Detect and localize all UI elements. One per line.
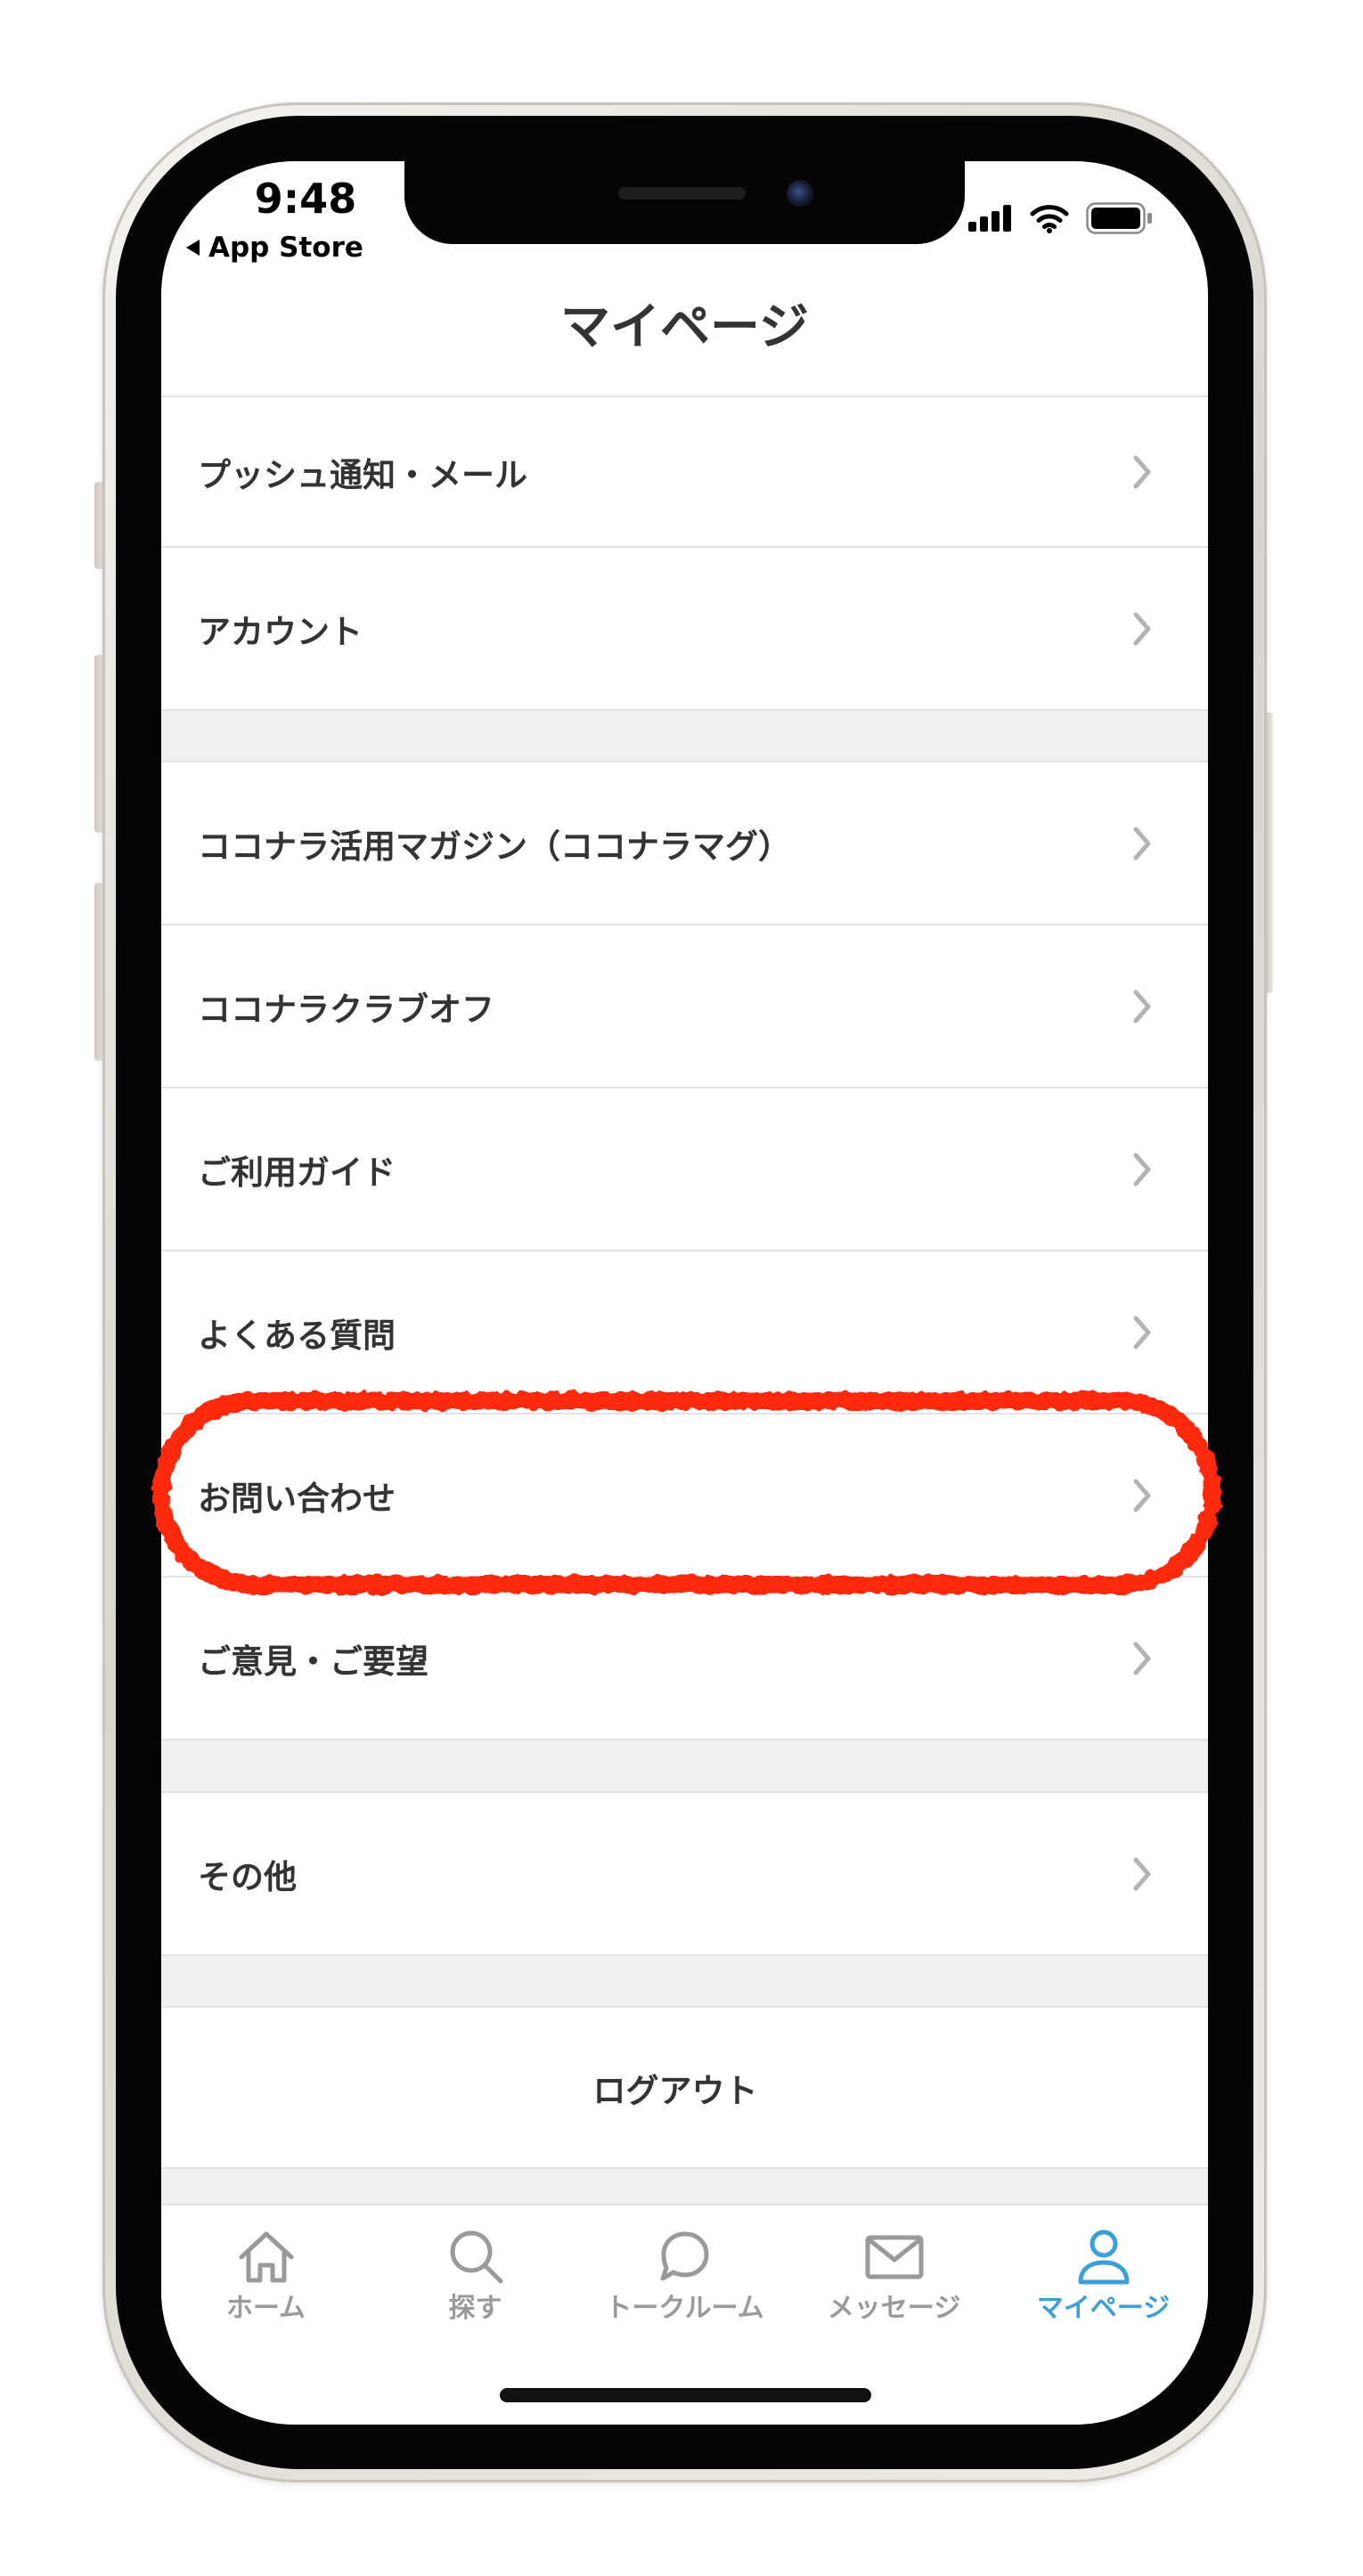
- logout-label: ログアウト: [592, 2071, 758, 2110]
- phone-frame: 9:48 App Store マイページ プッシュ通知・メール アカウント ココ…: [102, 102, 1267, 2482]
- chevron-right-icon: [1133, 455, 1151, 488]
- notch: [404, 161, 965, 244]
- mypage-menu-list: プッシュ通知・メール アカウント ココナラ活用マガジン（ココナラマグ） ココナラ…: [161, 395, 1208, 2204]
- home-icon: [239, 2231, 293, 2283]
- section-separator: [161, 711, 1208, 762]
- menu-item-magazine[interactable]: ココナラ活用マガジン（ココナラマグ）: [161, 762, 1208, 925]
- menu-item-label: ココナラ活用マガジン（ココナラマグ）: [198, 827, 791, 866]
- tab-home[interactable]: ホーム: [161, 2205, 371, 2425]
- chevron-right-icon: [1133, 1857, 1151, 1890]
- menu-item-club-off[interactable]: ココナラクラブオフ: [161, 925, 1208, 1088]
- front-camera: [787, 180, 813, 207]
- tab-label: 探す: [448, 2293, 502, 2324]
- tab-my-page[interactable]: マイページ: [999, 2205, 1208, 2425]
- menu-item-label: アカウント: [198, 612, 363, 651]
- envelope-icon: [865, 2235, 923, 2279]
- chevron-right-icon: [1133, 1316, 1151, 1349]
- home-indicator: [500, 2388, 871, 2402]
- cellular-signal-icon: [968, 205, 1011, 232]
- menu-item-label: よくある質問: [198, 1316, 396, 1355]
- logout-button[interactable]: ログアウト: [161, 2008, 1208, 2169]
- battery-icon: [1086, 202, 1152, 234]
- menu-item-label: ココナラクラブオフ: [198, 990, 494, 1029]
- chevron-right-icon: [1133, 827, 1151, 860]
- wifi-icon: [1030, 205, 1069, 233]
- person-icon: [1078, 2230, 1129, 2285]
- chevron-right-icon: [1133, 990, 1151, 1023]
- chat-bubble-icon: [660, 2231, 708, 2281]
- highlight-annotation: [152, 1392, 1221, 1594]
- menu-item-user-guide[interactable]: ご利用ガイド: [161, 1088, 1208, 1251]
- menu-item-label: ご意見・ご要望: [198, 1642, 428, 1681]
- status-icons: [968, 200, 1157, 236]
- menu-item-label: プッシュ通知・メール: [198, 455, 527, 494]
- speaker-grille: [618, 187, 746, 200]
- menu-item-label: ご利用ガイド: [198, 1153, 396, 1192]
- back-app-label: App Store: [208, 232, 363, 264]
- section-separator: [161, 1740, 1208, 1793]
- search-icon: [450, 2230, 502, 2284]
- tab-label: メッセージ: [827, 2293, 961, 2324]
- page-title: マイページ: [560, 298, 809, 356]
- back-triangle-icon: [186, 240, 200, 256]
- section-separator: [161, 2169, 1208, 2204]
- section-separator: [161, 1956, 1208, 2008]
- tab-label: ホーム: [225, 2293, 306, 2324]
- chevron-right-icon: [1133, 1642, 1151, 1675]
- chevron-right-icon: [1133, 612, 1151, 645]
- menu-item-label: その他: [198, 1857, 297, 1896]
- back-to-app-link[interactable]: App Store: [186, 231, 363, 265]
- tab-label: トークルーム: [605, 2293, 764, 2324]
- chevron-right-icon: [1133, 1153, 1151, 1186]
- phone-screen: 9:48 App Store マイページ プッシュ通知・メール アカウント ココ…: [161, 161, 1208, 2425]
- menu-item-push-notification[interactable]: プッシュ通知・メール: [161, 397, 1208, 548]
- status-time: 9:48: [254, 175, 357, 223]
- menu-item-other[interactable]: その他: [161, 1793, 1208, 1956]
- tab-label: マイページ: [1036, 2293, 1171, 2324]
- menu-item-account[interactable]: アカウント: [161, 548, 1208, 711]
